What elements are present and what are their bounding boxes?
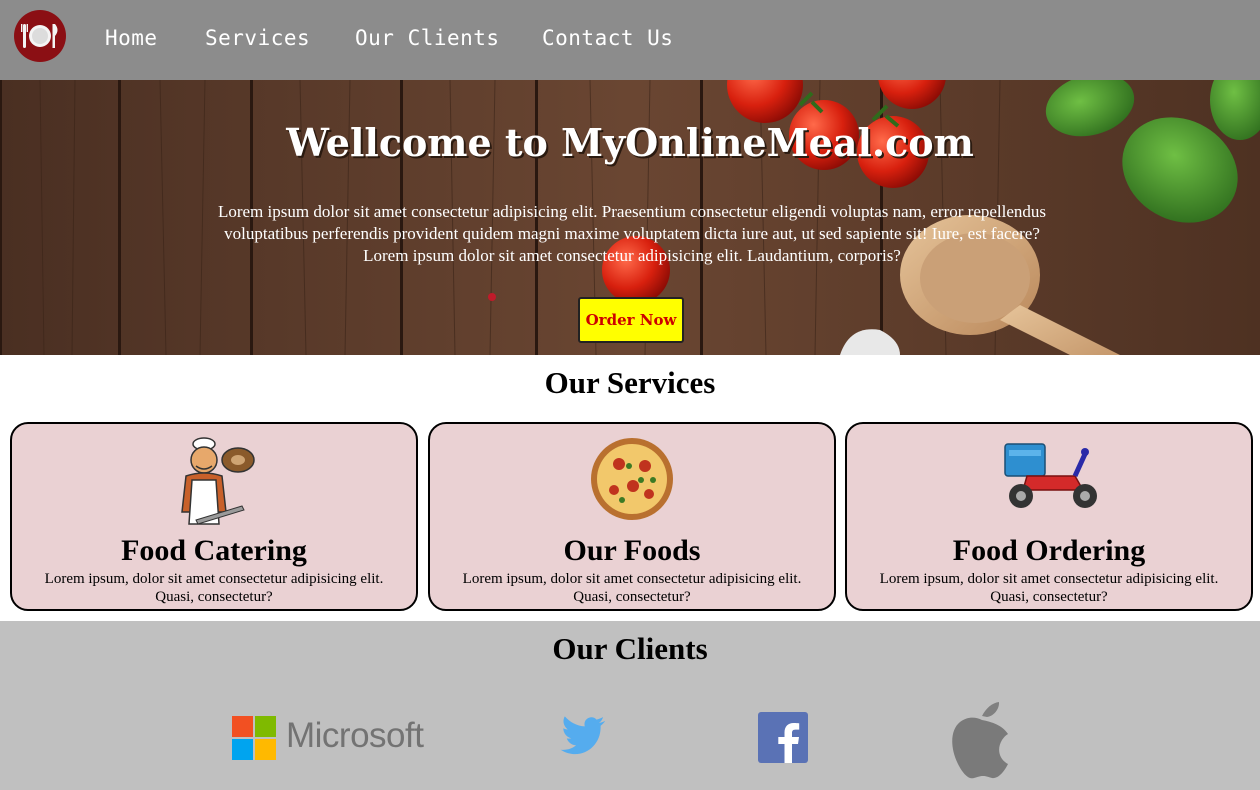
service-card-title: Food Ordering	[952, 534, 1146, 567]
service-card-catering[interactable]: Food Catering Lorem ipsum, dolor sit ame…	[10, 422, 418, 611]
delivery-scooter-icon	[997, 436, 1101, 516]
facebook-logo[interactable]	[758, 712, 808, 767]
service-card-text: Lorem ipsum, dolor sit amet consectetur …	[44, 571, 384, 605]
hero-paragraph-2: Lorem ipsum dolor sit amet consectetur a…	[363, 246, 901, 265]
twitter-logo[interactable]	[557, 715, 607, 763]
order-now-button[interactable]: Order Now	[578, 297, 684, 343]
chef-icon	[166, 436, 262, 532]
hero-description: Lorem ipsum dolor sit amet consectetur a…	[200, 201, 1064, 267]
service-card-title: Our Foods	[563, 534, 701, 567]
nav-home-link[interactable]: Home	[105, 26, 158, 50]
plate-cutlery-icon[interactable]	[14, 10, 66, 62]
service-card-ordering[interactable]: Food Ordering Lorem ipsum, dolor sit ame…	[845, 422, 1253, 611]
apple-logo[interactable]	[947, 696, 1017, 784]
services-heading: Our Services	[544, 365, 716, 400]
microsoft-logo-text: Microsoft	[286, 716, 424, 755]
service-card-text: Lorem ipsum, dolor sit amet consectetur …	[462, 571, 802, 605]
clients-heading: Our Clients	[552, 631, 708, 666]
pizza-icon	[589, 436, 675, 526]
service-card-title: Food Catering	[121, 534, 307, 567]
service-card-foods[interactable]: Our Foods Lorem ipsum, dolor sit amet co…	[428, 422, 836, 611]
microsoft-logo[interactable]	[232, 716, 276, 764]
nav-contact-us-link[interactable]: Contact Us	[542, 26, 673, 50]
nav-services-link[interactable]: Services	[205, 26, 310, 50]
hero-title: Wellcome to MyOnlineMeal.com	[286, 120, 974, 165]
service-card-text: Lorem ipsum, dolor sit amet consectetur …	[879, 571, 1219, 605]
hero-paragraph-1: Lorem ipsum dolor sit amet consectetur a…	[217, 202, 1047, 243]
hero-banner: Wellcome to MyOnlineMeal.com Lorem ipsum…	[0, 80, 1260, 355]
nav-our-clients-link[interactable]: Our Clients	[355, 26, 500, 50]
top-navbar: Home Services Our Clients Contact Us	[0, 0, 1260, 80]
